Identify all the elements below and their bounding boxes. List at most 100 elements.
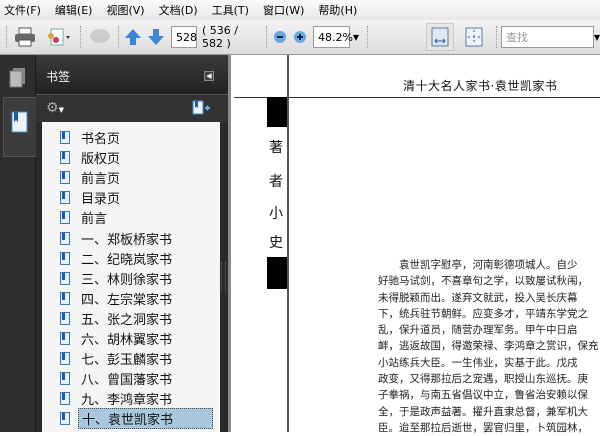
page-count: ( 536 / 582 ) xyxy=(202,24,238,50)
menu-view[interactable]: 视图(V) xyxy=(106,2,144,18)
comments-button[interactable] xyxy=(86,26,114,48)
bookmarks-toolbar: ⚙▼ xyxy=(36,95,228,122)
speech-bubble-icon xyxy=(90,29,110,43)
bookmark-label: 前言页 xyxy=(81,172,121,188)
bookmark-item[interactable]: 前言 xyxy=(42,208,220,227)
bookmark-item[interactable]: 版权页 xyxy=(42,148,220,167)
text-line: 袁世凯字慰亭，河南彰德项城人。自少 xyxy=(378,259,578,271)
menu-edit[interactable]: 编辑(E) xyxy=(55,2,93,18)
bookmarks-scrollbar[interactable] xyxy=(220,122,228,432)
fit-width-button[interactable] xyxy=(426,23,454,51)
toolbar-grip[interactable] xyxy=(6,26,8,48)
document-view: 清十大名人家书·袁世凯家书 著 者 小 史 袁世凯字慰亭，河南彰德项城人。自少好… xyxy=(228,55,600,434)
bookmarks-panel-button[interactable] xyxy=(3,97,37,157)
bookmark-item[interactable]: 三、林则徐家书 xyxy=(42,269,220,288)
bookmark-item[interactable]: 十、袁世凯家书 xyxy=(42,408,220,430)
running-head: 清十大名人家书·袁世凯家书 xyxy=(403,79,558,93)
text-line: 下，统兵驻节朝鲜。应变多才，平靖东学党之 xyxy=(378,307,588,320)
bookmark-item[interactable]: 前言页 xyxy=(42,168,220,187)
toolbar-grip xyxy=(496,26,498,48)
bookmark-label: 六、胡林翼家书 xyxy=(81,333,173,348)
menu-document[interactable]: 文档(D) xyxy=(159,2,198,18)
bookmark-icon xyxy=(60,332,70,345)
bookmark-icon xyxy=(60,372,70,386)
arrow-down-icon xyxy=(148,29,164,45)
gear-icon: ⚙ xyxy=(46,100,59,116)
side-title-char: 著 xyxy=(269,140,283,156)
bookmark-item[interactable]: 七、彭玉麟家书 xyxy=(42,349,220,368)
chevron-down-icon: ▼ xyxy=(352,32,360,42)
zoom-dropdown[interactable]: ▼ xyxy=(351,26,361,48)
fit-page-icon xyxy=(465,27,483,47)
bookmark-item[interactable]: 九、李鸿章家书 xyxy=(42,389,220,408)
bookmark-label: 九、李鸿章家书 xyxy=(81,393,173,409)
toolbar-grip xyxy=(80,26,82,48)
bookmark-item[interactable]: 书名页 xyxy=(42,128,220,147)
section-tab-top xyxy=(267,97,287,127)
bookmark-icon xyxy=(60,231,70,245)
minus-circle-icon xyxy=(274,31,286,43)
previous-page-button[interactable] xyxy=(123,26,143,48)
pages-panel-button[interactable] xyxy=(9,67,27,92)
text-line: 好驰马试剑，不喜章句之学，以致屡试秋闱， xyxy=(378,275,588,288)
bookmark-item[interactable]: 目录页 xyxy=(42,188,220,207)
toolbar-grip xyxy=(266,26,268,48)
bookmarks-header: 书签 ◀ xyxy=(36,55,228,95)
search-input[interactable]: 查找 xyxy=(501,26,594,48)
side-title-char: 史 xyxy=(269,235,283,251)
text-line: 政变，又得那拉后之宠遇，职授山东巡抚。庚 xyxy=(378,373,588,386)
bookmark-icon xyxy=(11,111,28,133)
menu-tools[interactable]: 工具(T) xyxy=(212,2,249,18)
section-tab-bottom xyxy=(267,257,287,289)
bookmark-item[interactable]: 五、张之洞家书 xyxy=(42,309,220,328)
collaborate-button[interactable] xyxy=(42,26,72,48)
toolbar-grip xyxy=(367,26,369,48)
text-line: 全，于是政声益著。擢升直隶总督，兼军机大 xyxy=(378,405,588,418)
navigation-rail xyxy=(0,55,37,432)
search-dropdown[interactable]: ▼ xyxy=(594,26,600,48)
bookmark-item[interactable]: 六、胡林翼家书 xyxy=(42,329,220,348)
side-title-char: 者 xyxy=(269,174,283,190)
bookmark-icon xyxy=(60,352,70,366)
menu-window[interactable]: 窗口(W) xyxy=(263,2,304,18)
bookmark-icon xyxy=(60,131,70,144)
bookmark-icon xyxy=(60,271,70,285)
toolbar-grip xyxy=(118,26,120,48)
menu-bar: 文件(F) 编辑(E) 视图(V) 文档(D) 工具(T) 窗口(W) 帮助(H… xyxy=(0,0,600,20)
new-bookmark-button[interactable] xyxy=(192,100,212,116)
options-button[interactable]: ⚙▼ xyxy=(46,100,64,116)
bookmark-label: 四、左宗棠家书 xyxy=(81,292,173,308)
bookmark-icon xyxy=(60,211,70,225)
bookmark-item[interactable]: 八、曾国藩家书 xyxy=(42,369,220,388)
bookmarks-panel: 书签 ◀ ⚙▼ 书名页版权页前言页目录页前言一、郑板桥家书 二、纪晓岚家书三、林则… xyxy=(36,55,228,432)
body-text: 袁世凯字慰亭，河南彰德项城人。自少 好驰马试剑，不喜章句之学，以致屡试秋闱， 未得脱… xyxy=(378,257,599,436)
zoom-out-button[interactable] xyxy=(273,26,287,48)
bookmark-icon xyxy=(60,171,70,185)
zoom-in-button[interactable] xyxy=(293,26,307,48)
bookmark-label: 三、林则徐家书 xyxy=(81,272,173,288)
splitter-grip[interactable] xyxy=(221,262,226,292)
menu-help[interactable]: 帮助(H) xyxy=(318,2,357,18)
page-number-input[interactable]: 528 xyxy=(171,26,197,48)
pages-icon xyxy=(9,68,25,88)
text-line: 子拳祸，与南五省倡议中立，鲁省治安赖以保 xyxy=(378,389,588,402)
arrow-up-icon xyxy=(125,29,141,45)
bookmark-label: 目录页 xyxy=(81,192,121,208)
bookmark-label: 一、郑板桥家书 xyxy=(81,232,173,248)
bookmarks-title: 书签 xyxy=(46,70,71,84)
menu-file[interactable]: 文件(F) xyxy=(4,2,41,18)
text-line: 未得脱颖而出。遂弃文就武，投入吴长庆幕 xyxy=(378,291,578,304)
fit-page-button[interactable] xyxy=(462,26,486,48)
bookmark-icon xyxy=(60,191,70,205)
bookmark-item[interactable]: 一、郑板桥家书 xyxy=(42,229,220,248)
zoom-level-input[interactable]: 48.2% xyxy=(313,26,353,48)
next-page-button[interactable] xyxy=(146,26,166,48)
bookmark-icon xyxy=(60,151,70,165)
collapse-panel-button[interactable]: ◀ xyxy=(204,71,214,81)
print-button[interactable] xyxy=(13,26,37,48)
bookmark-label: 前言 xyxy=(81,212,108,228)
bookmark-list: 书名页版权页前言页目录页前言一、郑板桥家书 二、纪晓岚家书三、林则徐家书 四、左宗棠… xyxy=(42,122,220,432)
bookmark-item[interactable]: 四、左宗棠家书 xyxy=(42,289,220,308)
bookmark-item[interactable]: 二、纪晓岚家书 xyxy=(42,249,220,268)
bookmark-label: 版权页 xyxy=(81,152,121,168)
